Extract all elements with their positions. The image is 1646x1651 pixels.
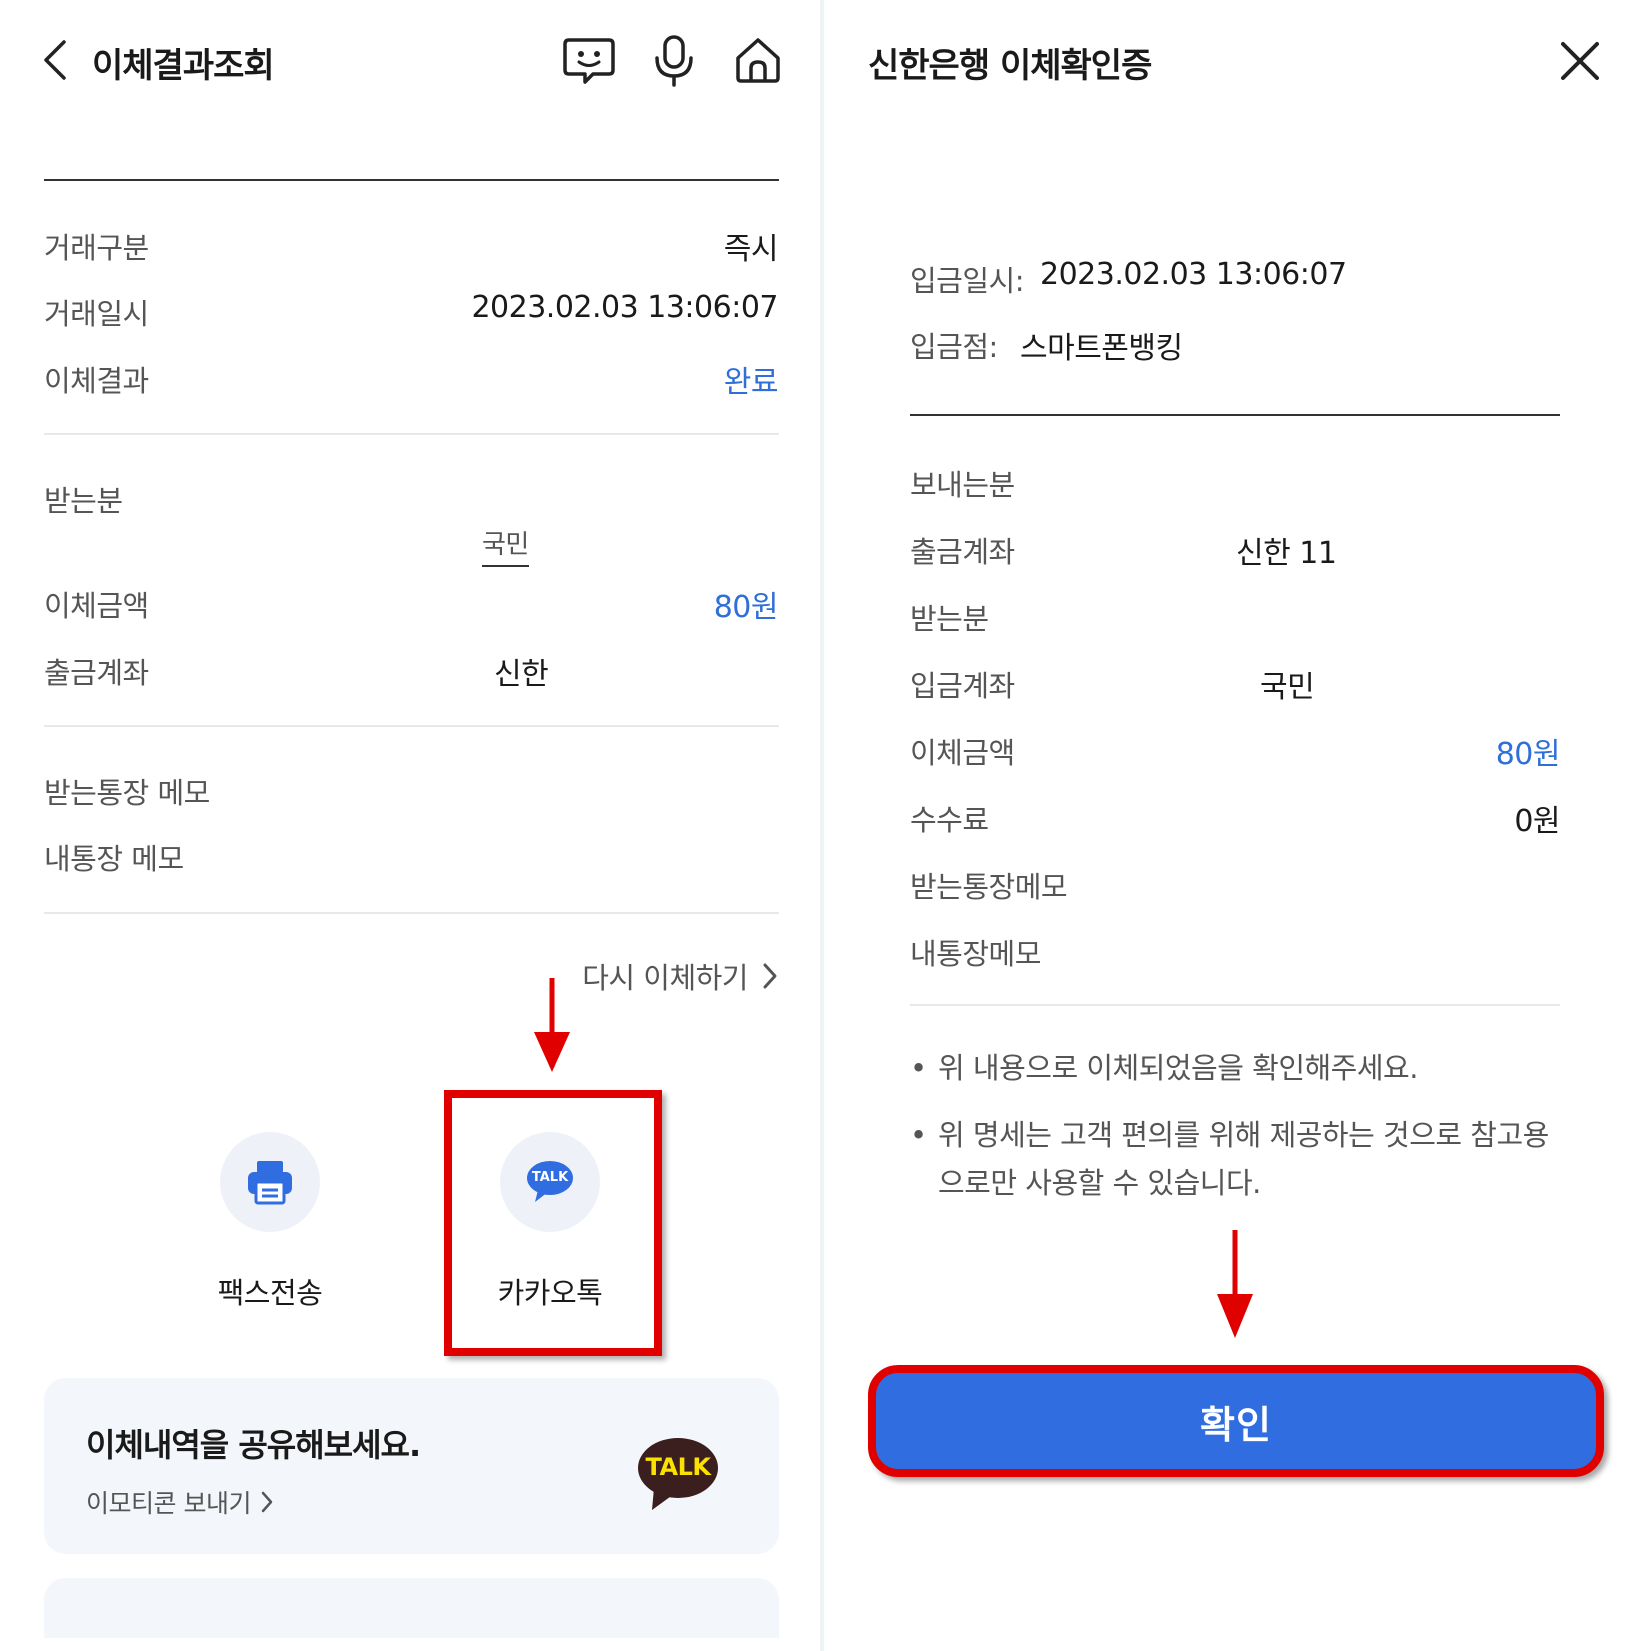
withdraw-account-label: 출금계좌 — [44, 656, 149, 690]
fee-value: 0원 — [1514, 804, 1560, 839]
chevron-right-icon — [763, 963, 777, 989]
section-divider — [910, 1004, 1560, 1006]
deposit-account-label: 입금계좌 — [910, 669, 1015, 703]
withdraw-account-value: 신한 — [494, 657, 549, 692]
deposit-date-label: 입금일시: — [910, 264, 1025, 298]
recipient-bank: 국민 — [482, 530, 529, 560]
section-divider — [44, 179, 779, 181]
transaction-type-value: 즉시 — [723, 232, 779, 267]
recipient-label: 받는분 — [44, 484, 123, 518]
notice-item: • 위 내용으로 이체되었음을 확인해주세요. — [910, 1044, 1418, 1092]
transaction-type-label: 거래구분 — [44, 231, 149, 265]
deposit-account-value: 국민 — [1260, 670, 1315, 705]
transaction-date-value: 2023.02.03 13:06:07 — [471, 290, 778, 325]
fax-send-label: 팩스전송 — [217, 1276, 323, 1310]
deposit-branch-value: 스마트폰뱅킹 — [1020, 331, 1183, 366]
emoticon-send-link[interactable]: 이모티콘 보내기 — [86, 1484, 273, 1520]
chatbot-face-icon[interactable] — [563, 36, 615, 86]
certificate-title: 신한은행 이체확인증 — [868, 46, 1152, 86]
kakao-highlight-box — [444, 1090, 662, 1356]
fee-label: 수수료 — [910, 803, 989, 837]
notice-text: 위 내용으로 이체되었음을 확인해주세요. — [938, 1051, 1418, 1085]
page-title: 이체결과조회 — [92, 46, 275, 86]
annotation-arrow-down — [1217, 1230, 1253, 1338]
transfer-result-value: 완료 — [723, 365, 779, 400]
notice-text-continued: 으로만 사용할 수 있습니다. — [938, 1166, 1261, 1200]
amount-label: 이체금액 — [44, 589, 149, 623]
my-memo-label: 내통장 메모 — [44, 842, 184, 876]
close-icon[interactable] — [1559, 40, 1601, 82]
recipient-label: 받는분 — [910, 602, 989, 636]
chevron-left-icon[interactable] — [40, 38, 70, 82]
deposit-branch-label: 입금점: — [910, 330, 998, 364]
transfer-result-screen: 이체결과조회 거래구분 즉시 거래일시 2023.02.03 13:06:07 … — [0, 0, 820, 1651]
notice-item: • 위 명세는 고객 편의를 위해 제공하는 것으로 참고용 으로만 사용할 수… — [910, 1111, 1549, 1207]
share-card-title: 이체내역을 공유해보세요. — [86, 1426, 421, 1464]
kakao-talk-badge-icon: TALK — [636, 1436, 720, 1512]
amount-value: 80원 — [1495, 737, 1561, 772]
chevron-right-icon — [261, 1491, 273, 1513]
amount-value: 80원 — [713, 590, 779, 625]
withdraw-account-label: 출금계좌 — [910, 535, 1015, 569]
transfer-certificate-screen: 신한은행 이체확인증 입금일시: 2023.02.03 13:06:07 입금점… — [824, 0, 1646, 1651]
microphone-icon[interactable] — [652, 34, 696, 88]
recipient-bank-link[interactable]: 국민 — [482, 524, 529, 567]
section-divider — [44, 433, 779, 435]
amount-label: 이체금액 — [910, 736, 1015, 770]
recipient-memo-label: 받는통장 메모 — [44, 776, 210, 810]
sender-label: 보내는분 — [910, 468, 1015, 502]
notice-text: 위 명세는 고객 편의를 위해 제공하는 것으로 참고용 — [938, 1118, 1549, 1152]
fax-icon-circle — [220, 1132, 320, 1232]
annotation-arrow-down — [534, 978, 570, 1072]
emoticon-send-label: 이모티콘 보내기 — [86, 1489, 251, 1518]
retry-transfer-link[interactable]: 다시 이체하기 — [582, 955, 778, 997]
section-divider — [910, 414, 1560, 416]
deposit-date-value: 2023.02.03 13:06:07 — [1040, 257, 1347, 292]
share-promo-card[interactable]: 이체내역을 공유해보세요. 이모티콘 보내기 TALK — [44, 1378, 779, 1554]
recipient-memo-label: 받는통장메모 — [910, 870, 1068, 904]
transaction-date-label: 거래일시 — [44, 297, 149, 331]
section-divider — [44, 725, 779, 727]
section-divider — [44, 912, 779, 914]
next-card-partial — [44, 1578, 779, 1638]
kakao-talk-badge-text: TALK — [645, 1453, 711, 1481]
transfer-result-label: 이체결과 — [44, 364, 149, 398]
retry-transfer-label: 다시 이체하기 — [582, 961, 748, 995]
withdraw-account-value: 신한 11 — [1236, 536, 1337, 571]
printer-icon — [248, 1161, 292, 1205]
home-icon[interactable] — [734, 36, 782, 84]
confirm-button[interactable]: 확인 — [868, 1365, 1604, 1477]
my-memo-label: 내통장메모 — [910, 937, 1041, 971]
fax-send-button[interactable]: 팩스전송 — [205, 1132, 335, 1312]
